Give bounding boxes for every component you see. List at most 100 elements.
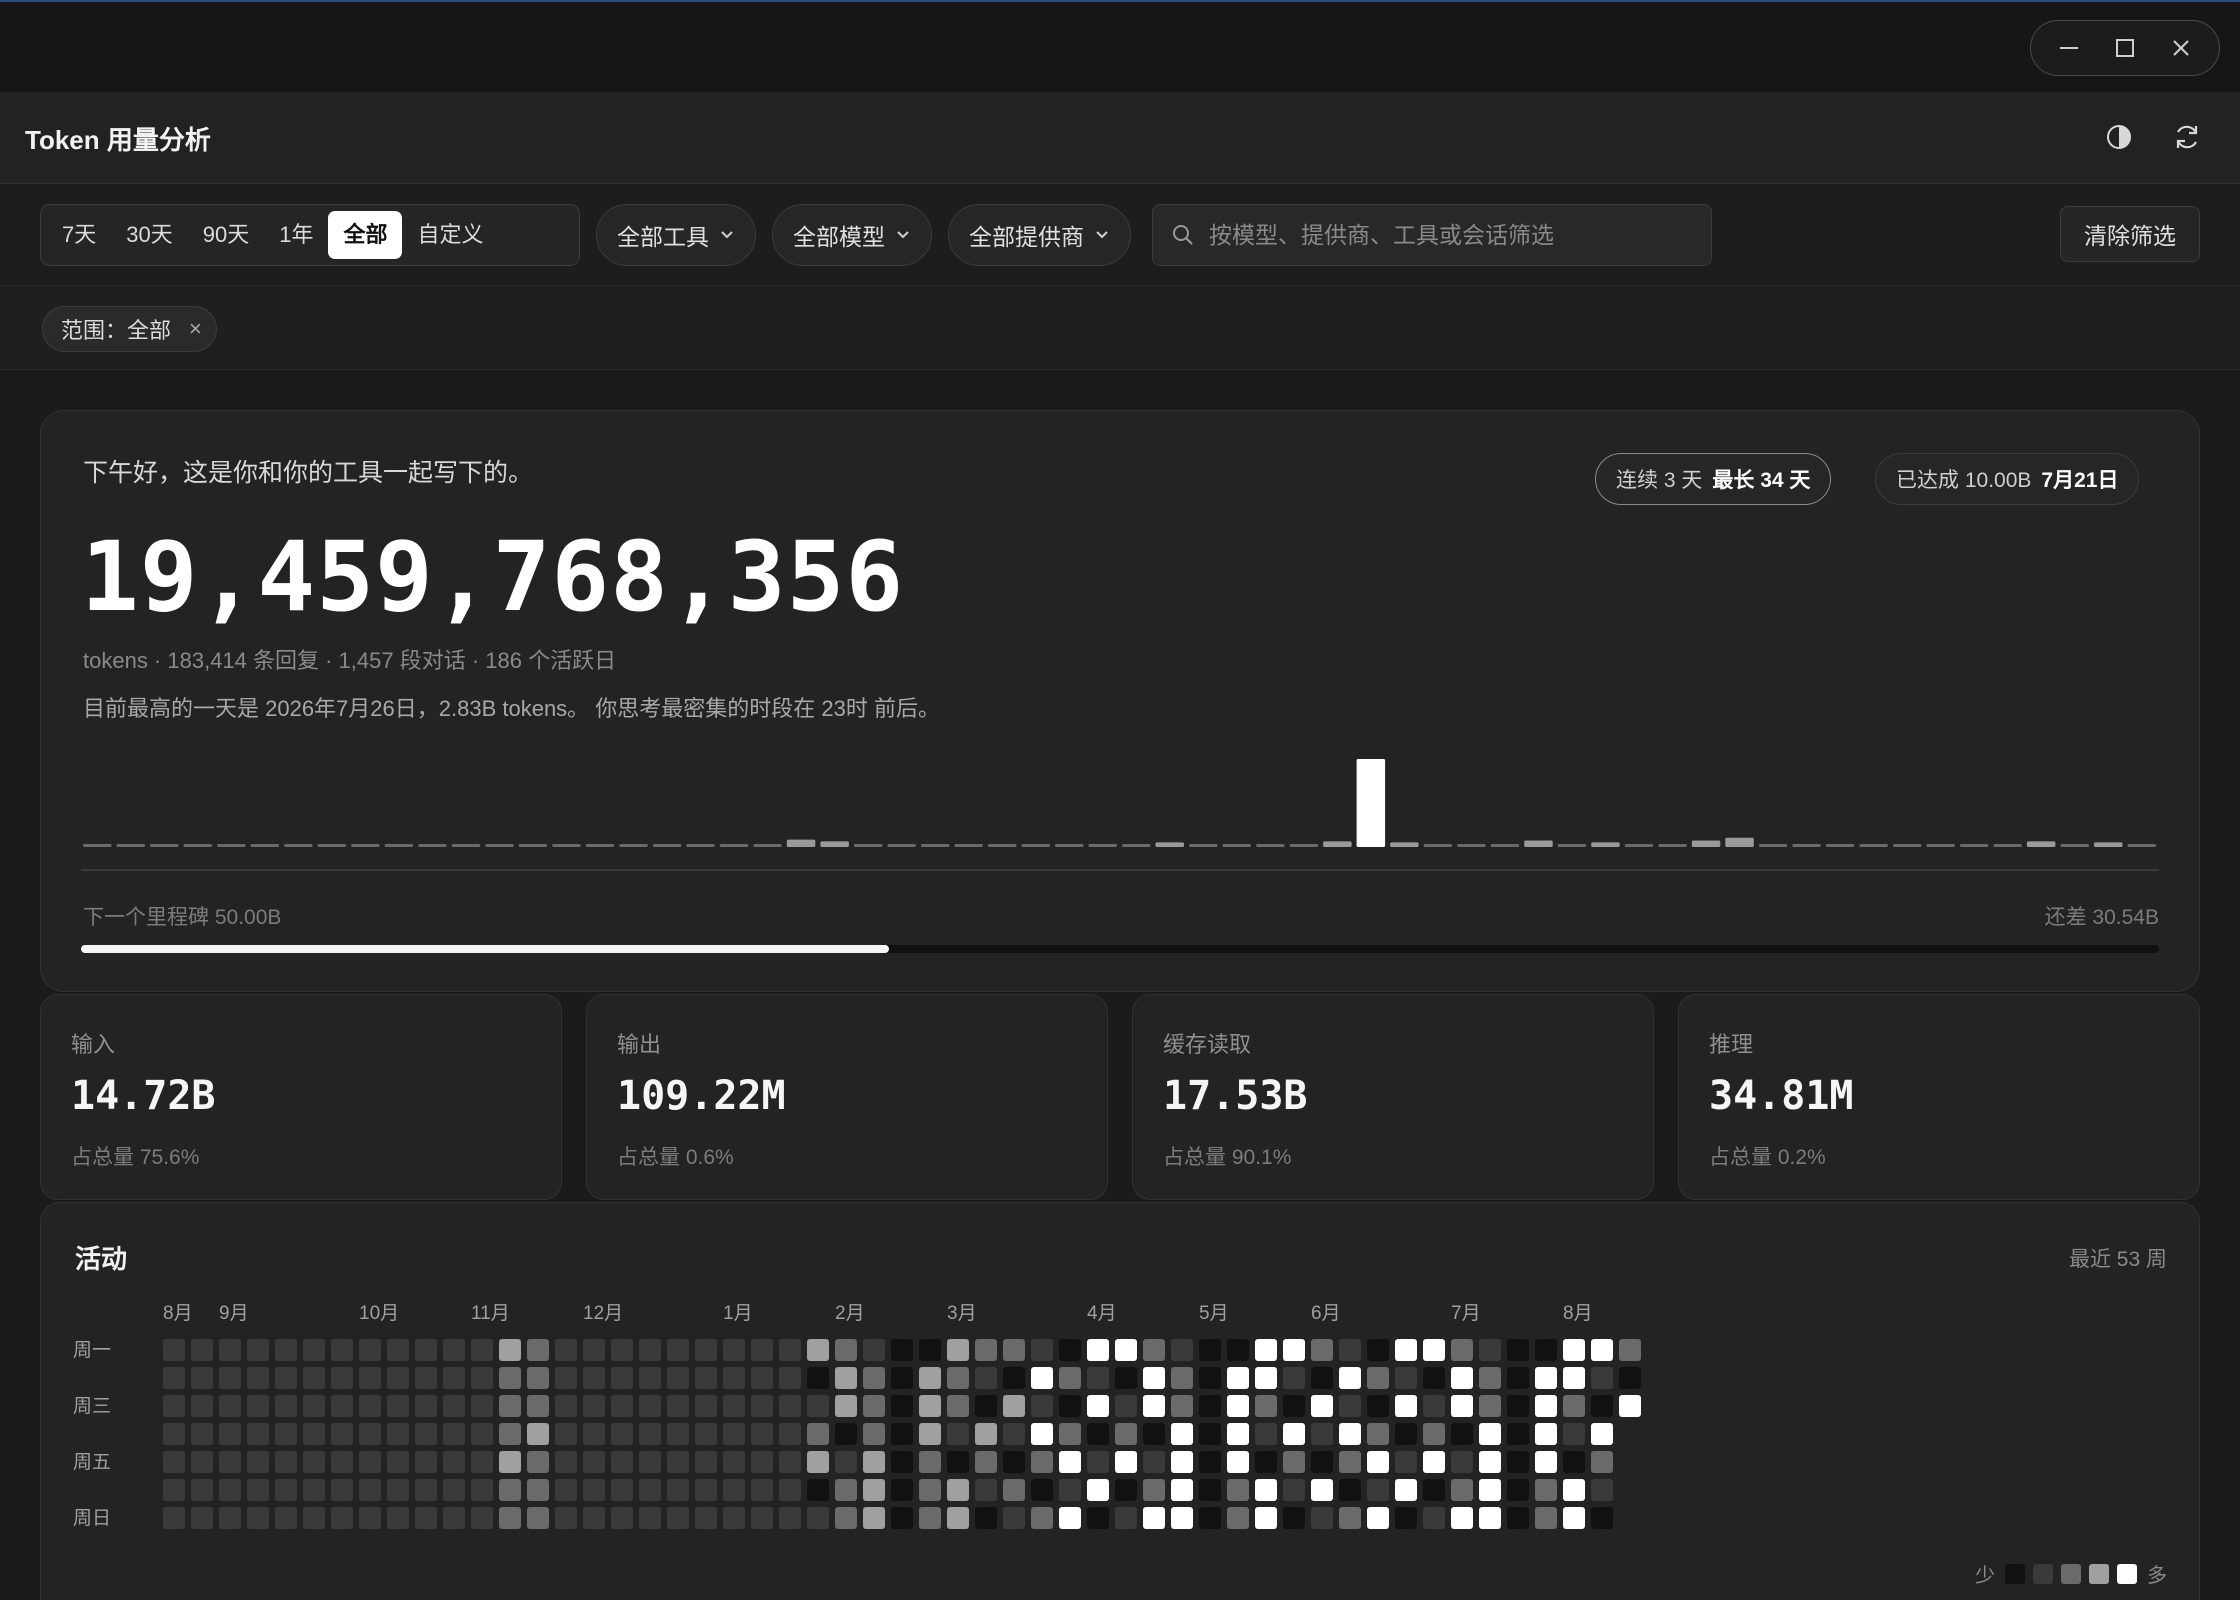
heatmap-cell[interactable]: [779, 1451, 801, 1473]
refresh-icon[interactable]: [2170, 120, 2204, 154]
heatmap-cell[interactable]: [975, 1507, 997, 1529]
heatmap-cell[interactable]: [1199, 1451, 1221, 1473]
heatmap-cell[interactable]: [1479, 1339, 1501, 1361]
heatmap-cell[interactable]: [1423, 1507, 1445, 1529]
heatmap-cell[interactable]: [751, 1451, 773, 1473]
heatmap-cell[interactable]: [471, 1395, 493, 1417]
heatmap-cell[interactable]: [583, 1451, 605, 1473]
heatmap-cell[interactable]: [1031, 1395, 1053, 1417]
heatmap-cell[interactable]: [163, 1395, 185, 1417]
heatmap-cell[interactable]: [1115, 1395, 1137, 1417]
heatmap-cell[interactable]: [1003, 1339, 1025, 1361]
heatmap-cell[interactable]: [695, 1479, 717, 1501]
heatmap-cell[interactable]: [1563, 1423, 1585, 1445]
heatmap-cell[interactable]: [387, 1507, 409, 1529]
heatmap-cell[interactable]: [975, 1479, 997, 1501]
heatmap-cell[interactable]: [163, 1507, 185, 1529]
heatmap-cell[interactable]: [1031, 1479, 1053, 1501]
heatmap-cell[interactable]: [471, 1451, 493, 1473]
heatmap-cell[interactable]: [359, 1395, 381, 1417]
heatmap-cell[interactable]: [863, 1395, 885, 1417]
heatmap-cell[interactable]: [1339, 1339, 1361, 1361]
heatmap-cell[interactable]: [1479, 1395, 1501, 1417]
heatmap-cell[interactable]: [359, 1339, 381, 1361]
heatmap-cell[interactable]: [1423, 1451, 1445, 1473]
heatmap-cell[interactable]: [891, 1451, 913, 1473]
heatmap-cell[interactable]: [359, 1479, 381, 1501]
heatmap-cell[interactable]: [387, 1339, 409, 1361]
heatmap-cell[interactable]: [1059, 1395, 1081, 1417]
heatmap-cell[interactable]: [527, 1367, 549, 1389]
heatmap-cell[interactable]: [723, 1395, 745, 1417]
heatmap-cell[interactable]: [331, 1367, 353, 1389]
heatmap-cell[interactable]: [639, 1507, 661, 1529]
heatmap-cell[interactable]: [583, 1507, 605, 1529]
heatmap-cell[interactable]: [1339, 1479, 1361, 1501]
heatmap-cell[interactable]: [1115, 1339, 1137, 1361]
heatmap-cell[interactable]: [471, 1367, 493, 1389]
heatmap-cell[interactable]: [1171, 1479, 1193, 1501]
heatmap-cell[interactable]: [1311, 1395, 1333, 1417]
heatmap-cell[interactable]: [835, 1451, 857, 1473]
heatmap-cell[interactable]: [667, 1339, 689, 1361]
maximize-icon[interactable]: [2105, 28, 2145, 68]
heatmap-cell[interactable]: [723, 1451, 745, 1473]
heatmap-cell[interactable]: [611, 1339, 633, 1361]
heatmap-cell[interactable]: [1227, 1507, 1249, 1529]
heatmap-cell[interactable]: [583, 1339, 605, 1361]
heatmap-cell[interactable]: [415, 1339, 437, 1361]
heatmap-cell[interactable]: [1171, 1423, 1193, 1445]
clear-filters-button[interactable]: 清除筛选: [2060, 206, 2200, 262]
heatmap-cell[interactable]: [1423, 1479, 1445, 1501]
heatmap-cell[interactable]: [1367, 1479, 1389, 1501]
range-option[interactable]: 自定义: [402, 211, 498, 259]
heatmap-cell[interactable]: [1115, 1423, 1137, 1445]
heatmap-cell[interactable]: [1087, 1451, 1109, 1473]
heatmap-cell[interactable]: [1423, 1339, 1445, 1361]
range-option[interactable]: 90天: [188, 211, 264, 259]
heatmap-cell[interactable]: [1479, 1451, 1501, 1473]
heatmap-cell[interactable]: [751, 1367, 773, 1389]
heatmap-cell[interactable]: [1283, 1423, 1305, 1445]
heatmap-cell[interactable]: [947, 1395, 969, 1417]
heatmap-cell[interactable]: [1199, 1367, 1221, 1389]
heatmap-cell[interactable]: [1591, 1395, 1613, 1417]
heatmap-cell[interactable]: [443, 1339, 465, 1361]
heatmap-cell[interactable]: [527, 1451, 549, 1473]
heatmap-cell[interactable]: [555, 1423, 577, 1445]
heatmap-cell[interactable]: [1227, 1339, 1249, 1361]
heatmap-cell[interactable]: [1171, 1507, 1193, 1529]
heatmap-cell[interactable]: [695, 1395, 717, 1417]
heatmap-cell[interactable]: [891, 1395, 913, 1417]
heatmap-cell[interactable]: [1255, 1367, 1277, 1389]
heatmap-cell[interactable]: [723, 1339, 745, 1361]
heatmap-cell[interactable]: [1171, 1339, 1193, 1361]
heatmap-cell[interactable]: [891, 1367, 913, 1389]
heatmap-cell[interactable]: [723, 1507, 745, 1529]
tools-dropdown[interactable]: 全部工具: [596, 204, 756, 266]
heatmap-cell[interactable]: [1143, 1479, 1165, 1501]
heatmap-cell[interactable]: [1087, 1339, 1109, 1361]
heatmap-cell[interactable]: [1563, 1339, 1585, 1361]
heatmap-cell[interactable]: [1339, 1451, 1361, 1473]
heatmap-cell[interactable]: [919, 1395, 941, 1417]
heatmap-cell[interactable]: [303, 1507, 325, 1529]
heatmap-cell[interactable]: [275, 1423, 297, 1445]
heatmap-cell[interactable]: [499, 1423, 521, 1445]
heatmap-cell[interactable]: [1031, 1367, 1053, 1389]
heatmap-cell[interactable]: [751, 1507, 773, 1529]
heatmap-cell[interactable]: [1591, 1507, 1613, 1529]
heatmap-cell[interactable]: [1395, 1395, 1417, 1417]
heatmap-cell[interactable]: [1031, 1451, 1053, 1473]
heatmap-cell[interactable]: [1339, 1367, 1361, 1389]
heatmap-cell[interactable]: [331, 1423, 353, 1445]
heatmap-cell[interactable]: [163, 1423, 185, 1445]
heatmap-cell[interactable]: [1143, 1423, 1165, 1445]
heatmap-cell[interactable]: [1395, 1339, 1417, 1361]
heatmap-cell[interactable]: [247, 1367, 269, 1389]
heatmap-cell[interactable]: [1311, 1367, 1333, 1389]
heatmap-cell[interactable]: [1227, 1451, 1249, 1473]
heatmap-cell[interactable]: [891, 1507, 913, 1529]
heatmap-cell[interactable]: [723, 1367, 745, 1389]
heatmap-cell[interactable]: [1479, 1367, 1501, 1389]
